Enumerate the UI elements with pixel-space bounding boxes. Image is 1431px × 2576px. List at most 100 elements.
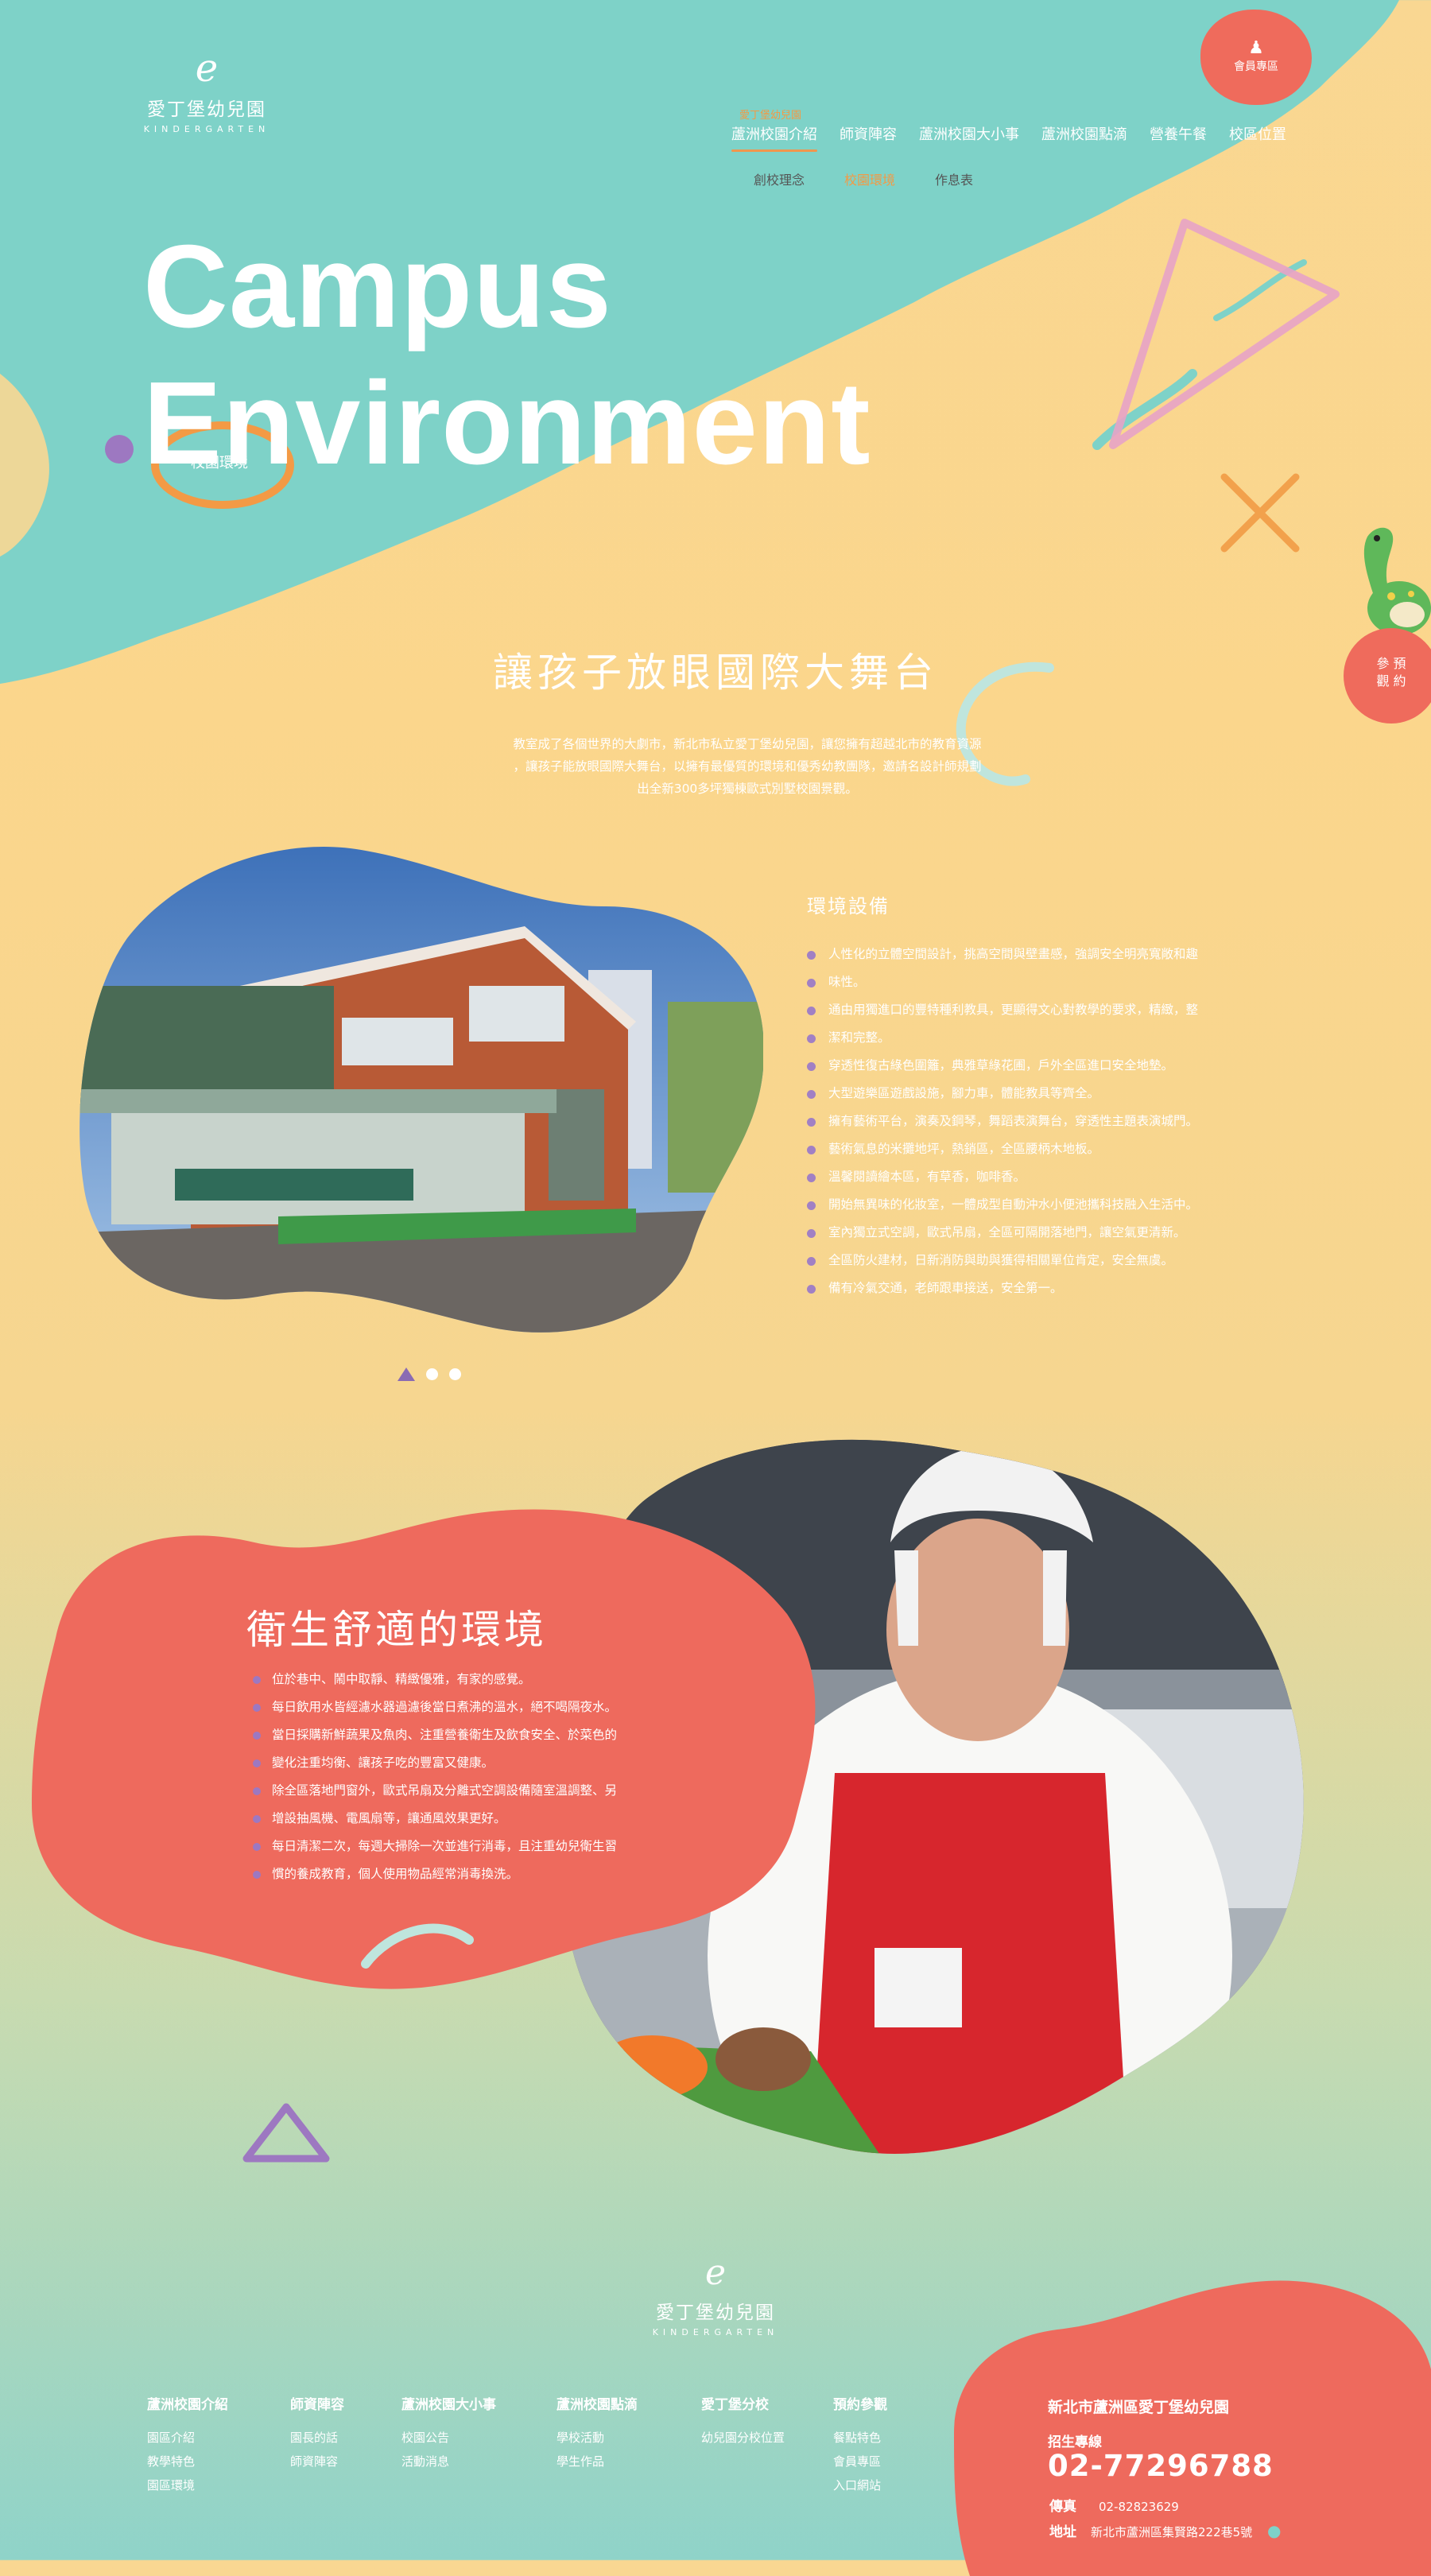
footer-link[interactable]: 學生作品 bbox=[556, 2450, 638, 2473]
list-item: 溫馨閱讀繪本區，有草香，咖啡香。 bbox=[807, 1163, 1248, 1191]
list-item: 當日採購新鮮蔬果及魚肉、注重營養衛生及飲食安全、於菜色的 bbox=[253, 1721, 654, 1749]
list-item: 擁有藝術平台，演奏及鋼琴，舞蹈表演舞台，穿透性主題表演城門。 bbox=[807, 1108, 1248, 1135]
address-row: 地址 新北市蘆洲區集賢路222巷5號 ● bbox=[1049, 2520, 1281, 2540]
intro-heading: 讓孩子放眼國際大舞台 bbox=[493, 650, 938, 696]
list-item: 通由用獨進口的豐特種利教具，更顯得文心對教學的要求，精緻，整 bbox=[807, 996, 1248, 1024]
logo-sub: KINDERGARTEN bbox=[143, 124, 270, 134]
footer-column-title[interactable]: 師資陣容 bbox=[290, 2393, 344, 2413]
subnav-item-schedule[interactable]: 作息表 bbox=[935, 169, 973, 188]
sub-nav: 創校理念 校園環境 作息表 bbox=[754, 169, 973, 188]
nav-item-campus-intro[interactable]: 蘆洲校園介紹 bbox=[731, 123, 817, 152]
fax-number: 02-82823629 bbox=[1099, 2500, 1179, 2514]
hero-title: Campus Environment bbox=[143, 219, 871, 492]
list-item: 藝術氣息的米攤地坪，熱銷區，全區腰柄木地板。 bbox=[807, 1135, 1248, 1163]
footer-logo[interactable]: e 愛丁堡幼兒園 KINDERGARTEN bbox=[620, 2252, 811, 2338]
list-item: 人性化的立體空間設計，挑高空間與壁畫感，強調安全明亮寬敞和趣 bbox=[807, 941, 1248, 968]
nav-item-teachers[interactable]: 師資陣容 bbox=[840, 123, 897, 144]
hotline-phone[interactable]: 02-77296788 bbox=[1048, 2449, 1274, 2483]
environment-title: 環境設備 bbox=[807, 895, 890, 918]
footer-link[interactable]: 幼兒園分校位置 bbox=[701, 2426, 785, 2450]
list-item: 大型遊樂區遊戲設施，腳力車，體能教具等齊全。 bbox=[807, 1080, 1248, 1108]
footer-logo-mark: e bbox=[704, 2252, 727, 2293]
intro-line: 出全新300多坪獨棟歐式別墅校園景觀。 bbox=[637, 782, 858, 796]
footer-link[interactable]: 入口網站 bbox=[833, 2473, 887, 2497]
contact-title: 新北市蘆洲區愛丁堡幼兒園 bbox=[1048, 2399, 1230, 2416]
list-item: 每日飲用水皆經濾水器過濾後當日煮沸的溫水，絕不喝隔夜水。 bbox=[253, 1693, 654, 1721]
hero-title-line1: Campus bbox=[143, 221, 612, 352]
footer-column-booking: 預約參觀 餐點特色 會員專區 入口網站 bbox=[833, 2393, 887, 2497]
footer-link[interactable]: 園區環境 bbox=[147, 2473, 228, 2497]
list-item: 全區防火建材，日新消防與助與獲得相關單位肯定，安全無虞。 bbox=[807, 1247, 1248, 1274]
list-item: 備有冷氣交通，老師跟車接送，安全第一。 bbox=[807, 1274, 1248, 1302]
purple-triangle-doodle bbox=[242, 2103, 330, 2163]
address-text: 新北市蘆洲區集賢路222巷5號 bbox=[1091, 2525, 1253, 2539]
main-nav: 蘆洲校園介紹 師資陣容 蘆洲校園大小事 蘆洲校園點滴 營養午餐 校區位置 bbox=[731, 123, 1286, 152]
footer-link[interactable]: 園區介紹 bbox=[147, 2426, 228, 2450]
list-item-continuation: 慣的養成教育，個人使用物品經常消毒換洗。 bbox=[253, 1860, 654, 1888]
list-item: 位於巷中、鬧中取靜、精緻優雅，有家的感覺。 bbox=[253, 1666, 654, 1693]
list-item: 穿透性復古綠色圍籬，典雅草綠花圃，戶外全區進口安全地墊。 bbox=[807, 1052, 1248, 1080]
member-area-button[interactable]: ♟ 會員專區 bbox=[1200, 10, 1312, 105]
footer-logo-name: 愛丁堡幼兒園 bbox=[656, 2302, 775, 2323]
user-icon: ♟ bbox=[1248, 38, 1264, 58]
purple-dot-doodle bbox=[105, 435, 134, 464]
carousel-dot-active[interactable] bbox=[398, 1368, 415, 1381]
fax-row: 傳真 02-82823629 bbox=[1049, 2495, 1179, 2515]
fax-label: 傳真 bbox=[1049, 2499, 1076, 2515]
footer-column-branches: 愛丁堡分校 幼兒園分校位置 bbox=[701, 2393, 785, 2450]
hygiene-list: 位於巷中、鬧中取靜、精緻優雅，有家的感覺。 每日飲用水皆經濾水器過濾後當日煮沸的… bbox=[253, 1666, 654, 1888]
intro-line: ，讓孩子能放眼國際大舞台，以擁有最優質的環境和優秀幼教團隊，邀請名設計師規劃 bbox=[513, 759, 982, 774]
list-item: 開始無異味的化妝室，一體成型自動沖水小便池攜科技融入生活中。 bbox=[807, 1191, 1248, 1219]
footer-column-campus-intro: 蘆洲校園介紹 園區介紹 教學特色 園區環境 bbox=[147, 2393, 228, 2497]
carousel-dot[interactable] bbox=[449, 1368, 461, 1380]
map-pin-icon[interactable]: ● bbox=[1267, 2521, 1281, 2540]
dinosaur-illustration bbox=[1363, 527, 1431, 635]
intro-paragraph: 教室成了各個世界的大劇市，新北市私立愛丁堡幼兒園，讓您擁有超越北市的教育資源 ，… bbox=[485, 733, 1010, 800]
list-item-continuation: 味性。 bbox=[807, 968, 1248, 996]
list-item-continuation: 增設抽風機、電風扇等，讓通風效果更好。 bbox=[253, 1805, 654, 1833]
logo-name: 愛丁堡幼兒園 bbox=[147, 99, 266, 120]
footer-link[interactable]: 活動消息 bbox=[401, 2450, 496, 2473]
list-item-continuation: 變化注重均衡、讓孩子吃的豐富又健康。 bbox=[253, 1749, 654, 1777]
nav-item-campus-moments[interactable]: 蘆洲校園點滴 bbox=[1041, 123, 1127, 144]
address-label: 地址 bbox=[1049, 2524, 1076, 2540]
hero-subtitle: 校園環境 bbox=[191, 455, 248, 471]
subnav-item-philosophy[interactable]: 創校理念 bbox=[754, 169, 805, 188]
footer-link[interactable]: 校園公告 bbox=[401, 2426, 496, 2450]
footer-column-title[interactable]: 蘆洲校園大小事 bbox=[401, 2393, 496, 2413]
nav-top-label: 愛丁堡幼兒園 bbox=[739, 110, 802, 122]
footer-link[interactable]: 餐點特色 bbox=[833, 2426, 887, 2450]
hygiene-title: 衛生舒適的環境 bbox=[246, 1607, 547, 1653]
cross-doodle bbox=[1220, 473, 1300, 553]
carousel-dot[interactable] bbox=[426, 1368, 438, 1380]
footer-column-title[interactable]: 預約參觀 bbox=[833, 2393, 887, 2413]
footer-link[interactable]: 教學特色 bbox=[147, 2450, 228, 2473]
pink-triangle-doodle bbox=[1109, 219, 1340, 449]
footer-link[interactable]: 園長的話 bbox=[290, 2426, 344, 2450]
hotline-label: 招生專線 bbox=[1048, 2434, 1102, 2450]
intro-line: 教室成了各個世界的大劇市，新北市私立愛丁堡幼兒園，讓您擁有超越北市的教育資源 bbox=[513, 737, 982, 751]
nav-item-location[interactable]: 校區位置 bbox=[1229, 123, 1286, 144]
list-item: 室內獨立式空調，歐式吊扇，全區可隔開落地門，讓空氣更清新。 bbox=[807, 1219, 1248, 1247]
environment-list: 人性化的立體空間設計，挑高空間與壁畫感，強調安全明亮寬敞和趣 味性。 通由用獨進… bbox=[807, 941, 1248, 1302]
list-item: 除全區落地門窗外，歐式吊扇及分離式空調設備隨室溫調整、另 bbox=[253, 1777, 654, 1805]
carousel-pagination bbox=[398, 1368, 461, 1381]
list-item: 每日清潔二次，每週大掃除一次並進行消毒，且注重幼兒衛生習 bbox=[253, 1833, 654, 1860]
footer-column-title[interactable]: 蘆洲校園點滴 bbox=[556, 2393, 638, 2413]
footer-column-campus-moments: 蘆洲校園點滴 學校活動 學生作品 bbox=[556, 2393, 638, 2473]
campus-building-photo bbox=[80, 846, 763, 1333]
footer-link[interactable]: 會員專區 bbox=[833, 2450, 887, 2473]
list-item-continuation: 潔和完整。 bbox=[807, 1024, 1248, 1052]
footer-logo-sub: KINDERGARTEN bbox=[652, 2327, 779, 2337]
footer-link[interactable]: 學校活動 bbox=[556, 2426, 638, 2450]
nav-item-lunch[interactable]: 營養午餐 bbox=[1150, 123, 1207, 144]
footer-column-title[interactable]: 愛丁堡分校 bbox=[701, 2393, 785, 2413]
hero-title-line2: Environment bbox=[143, 358, 871, 489]
site-logo[interactable]: e 愛丁堡幼兒園 KINDERGARTEN bbox=[135, 48, 278, 134]
subnav-item-environment[interactable]: 校園環境 bbox=[844, 169, 895, 188]
footer-column-teachers: 師資陣容 園長的話 師資陣容 bbox=[290, 2393, 344, 2473]
nav-item-campus-news[interactable]: 蘆洲校園大小事 bbox=[919, 123, 1019, 144]
footer-link[interactable]: 師資陣容 bbox=[290, 2450, 344, 2473]
footer-column-title[interactable]: 蘆洲校園介紹 bbox=[147, 2393, 228, 2413]
logo-mark: e bbox=[195, 46, 219, 91]
